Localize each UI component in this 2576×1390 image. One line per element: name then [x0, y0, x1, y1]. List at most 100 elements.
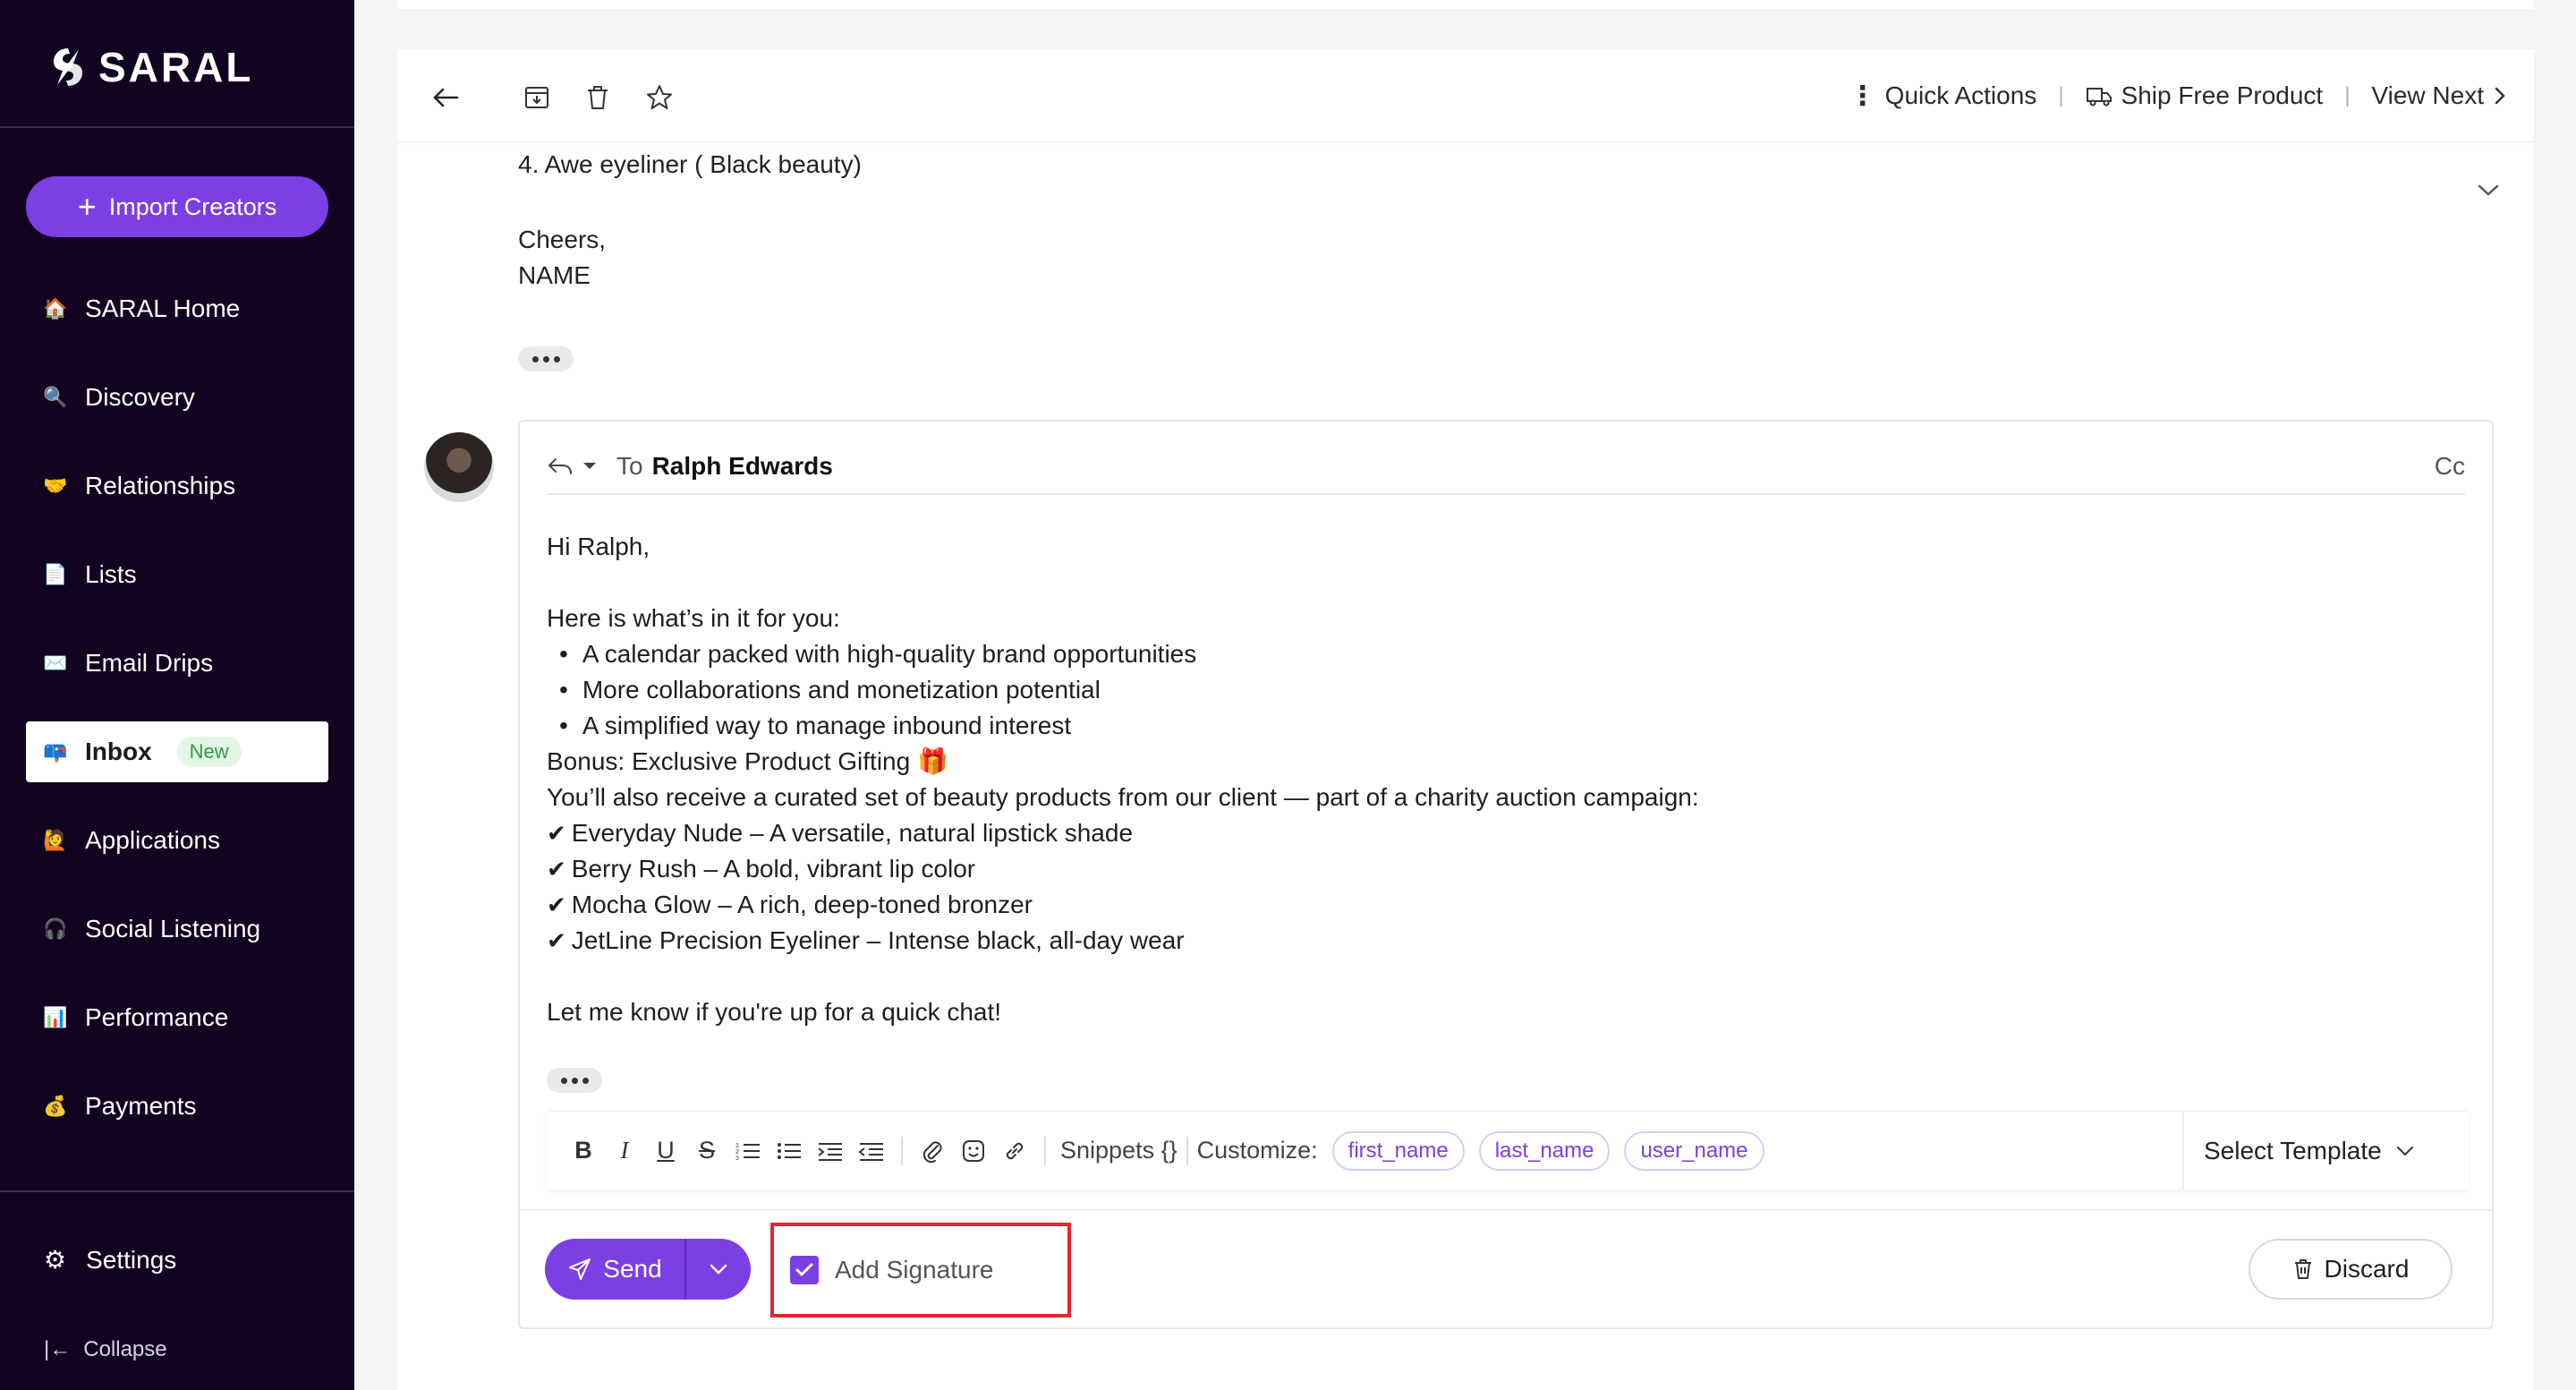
underline-icon[interactable]: U	[645, 1133, 686, 1169]
import-creators-button[interactable]: + Import Creators	[26, 176, 328, 237]
sidebar-item-inbox[interactable]: 📪 Inbox New	[26, 721, 328, 782]
saral-logo-icon	[54, 48, 82, 86]
chevron-down-icon[interactable]	[2477, 183, 2500, 202]
archive-icon[interactable]	[519, 80, 555, 115]
emoji-icon[interactable]	[953, 1133, 994, 1169]
sidebar-item-label: Lists	[85, 560, 137, 588]
sidebar-item-label: Applications	[85, 826, 220, 854]
sidebar-item-label: Performance	[85, 1003, 229, 1031]
bonus-line: Bonus: Exclusive Product Gifting 🎁	[547, 747, 948, 775]
main-content: ⋮ Quick Actions | Ship Free Product | Vi…	[354, 0, 2576, 1390]
discard-button[interactable]: Discard	[2249, 1239, 2453, 1300]
chevron-right-icon	[2495, 87, 2505, 105]
quick-actions-label: Quick Actions	[1884, 81, 2037, 109]
sidebar-item-discovery[interactable]: 🔍 Discovery	[26, 367, 328, 428]
back-arrow-icon[interactable]	[428, 80, 463, 115]
sidebar-item-saral-home[interactable]: 🏠 SARAL Home	[26, 278, 328, 339]
collapse-arrow-icon: |←	[44, 1337, 72, 1361]
sidebar-divider	[0, 126, 354, 128]
sidebar-item-applications[interactable]: 🙋 Applications	[26, 810, 328, 871]
paper-plane-icon	[569, 1258, 591, 1280]
send-button[interactable]: Send	[545, 1239, 684, 1300]
add-signature-highlight: Add Signature	[770, 1223, 1071, 1318]
add-signature-checkbox[interactable]	[790, 1256, 819, 1284]
bullet-list-icon[interactable]	[769, 1133, 810, 1169]
reply-type-dropdown[interactable]	[547, 456, 597, 477]
show-trimmed-content-button[interactable]	[518, 346, 574, 371]
top-strip	[397, 0, 2534, 9]
closing-line: Let me know if you're up for a quick cha…	[547, 998, 1002, 1026]
user-name-chip[interactable]: user_name	[1624, 1130, 1764, 1171]
toolbar-divider	[1186, 1136, 1188, 1165]
product-item: Mocha Glow – A rich, deep-toned bronzer	[547, 887, 1699, 923]
sidebar-item-social-listening[interactable]: 🎧 Social Listening	[26, 899, 328, 959]
listening-icon: 🎧	[43, 917, 68, 940]
house-icon: 🏠	[43, 297, 68, 320]
sidebar-item-label: Inbox	[85, 738, 152, 765]
bold-icon[interactable]: B	[563, 1133, 604, 1169]
strikethrough-icon[interactable]: S	[686, 1133, 727, 1169]
toolbar-separator: |	[2058, 83, 2064, 107]
sidebar-item-relationships[interactable]: 🤝 Relationships	[26, 456, 328, 516]
gear-icon: ⚙	[44, 1246, 67, 1274]
numbered-list-icon[interactable]: 123	[727, 1133, 769, 1169]
product-item: Berry Rush – A bold, vibrant lip color	[547, 851, 1699, 887]
reply-compose-box: To Ralph Edwards Cc Hi Ralph, Here is wh…	[518, 420, 2494, 1329]
formatting-toolbar: B I U S 123 Snippets {} Customize: first…	[547, 1111, 2469, 1190]
plus-icon: +	[77, 188, 97, 225]
product-item: Everyday Nude – A versatile, natural lip…	[547, 815, 1699, 851]
compose-header: To Ralph Edwards Cc	[547, 439, 2465, 495]
select-template-dropdown[interactable]: Select Template	[2182, 1112, 2469, 1190]
products-intro-line: You’ll also receive a curated set of bea…	[547, 783, 1699, 811]
indent-icon[interactable]	[810, 1133, 851, 1169]
show-quoted-text-button[interactable]	[547, 1068, 602, 1093]
magnifier-icon: 🔍	[43, 386, 68, 408]
previous-message-line: 4. Awe eyeliner ( Black beauty)	[518, 150, 862, 178]
last-name-chip[interactable]: last_name	[1478, 1130, 1611, 1171]
new-badge: New	[176, 737, 242, 767]
brand-name: SARAL	[98, 44, 254, 90]
italic-icon[interactable]: I	[604, 1133, 645, 1169]
reply-arrow-icon	[548, 458, 572, 474]
caret-down-icon	[583, 463, 596, 469]
message-body[interactable]: Hi Ralph, Here is what’s in it for you: …	[547, 529, 1699, 1030]
outdent-icon[interactable]	[851, 1133, 892, 1169]
recipient-name[interactable]: Ralph Edwards	[652, 452, 833, 481]
link-icon[interactable]	[994, 1133, 1035, 1169]
view-next-label: View Next	[2371, 81, 2484, 109]
settings-label: Settings	[86, 1245, 177, 1274]
first-name-chip[interactable]: first_name	[1331, 1130, 1465, 1171]
trash-icon[interactable]	[580, 80, 616, 115]
ship-free-product-button[interactable]: Ship Free Product	[2086, 81, 2323, 110]
document-icon: 📄	[43, 563, 68, 585]
sidebar-item-performance[interactable]: 📊 Performance	[26, 987, 328, 1048]
bar-chart-icon: 📊	[43, 1006, 68, 1028]
sidebar-item-lists[interactable]: 📄 Lists	[26, 544, 328, 605]
handshake-icon: 🤝	[43, 474, 68, 497]
saral-logo[interactable]: SARAL	[48, 43, 253, 91]
chevron-down-icon	[710, 1264, 727, 1275]
send-button-group: Send	[545, 1239, 751, 1300]
add-signature-label[interactable]: Add Signature	[835, 1256, 993, 1284]
bullet-item: A calendar packed with high-quality bran…	[547, 636, 1699, 672]
send-options-dropdown[interactable]	[686, 1239, 751, 1300]
envelope-icon: ✉️	[43, 652, 68, 674]
quick-actions-button[interactable]: ⋮ Quick Actions	[1849, 81, 2037, 112]
toolbar-actions: ⋮ Quick Actions | Ship Free Product | Vi…	[1849, 72, 2507, 119]
product-item: JetLine Precision Eyeliner – Intense bla…	[547, 923, 1699, 959]
snippets-button[interactable]: Snippets {}	[1060, 1137, 1177, 1164]
collapse-sidebar-button[interactable]: |← Collapse	[44, 1337, 167, 1362]
sidebar-item-payments[interactable]: 💰 Payments	[26, 1076, 328, 1137]
view-next-button[interactable]: View Next	[2371, 81, 2507, 110]
sidebar-item-label: Email Drips	[85, 649, 214, 677]
svg-text:1: 1	[735, 1143, 739, 1149]
star-icon[interactable]	[642, 80, 677, 115]
attachment-icon[interactable]	[912, 1133, 953, 1169]
cc-button[interactable]: Cc	[2435, 452, 2465, 481]
money-bag-icon: 💰	[43, 1095, 68, 1117]
previous-message-line: NAME	[518, 261, 591, 289]
collapse-label: Collapse	[83, 1337, 167, 1361]
sidebar-item-settings[interactable]: ⚙ Settings	[44, 1245, 176, 1275]
sidebar-item-email-drips[interactable]: ✉️ Email Drips	[26, 633, 328, 694]
checkmark-icon	[795, 1263, 813, 1276]
